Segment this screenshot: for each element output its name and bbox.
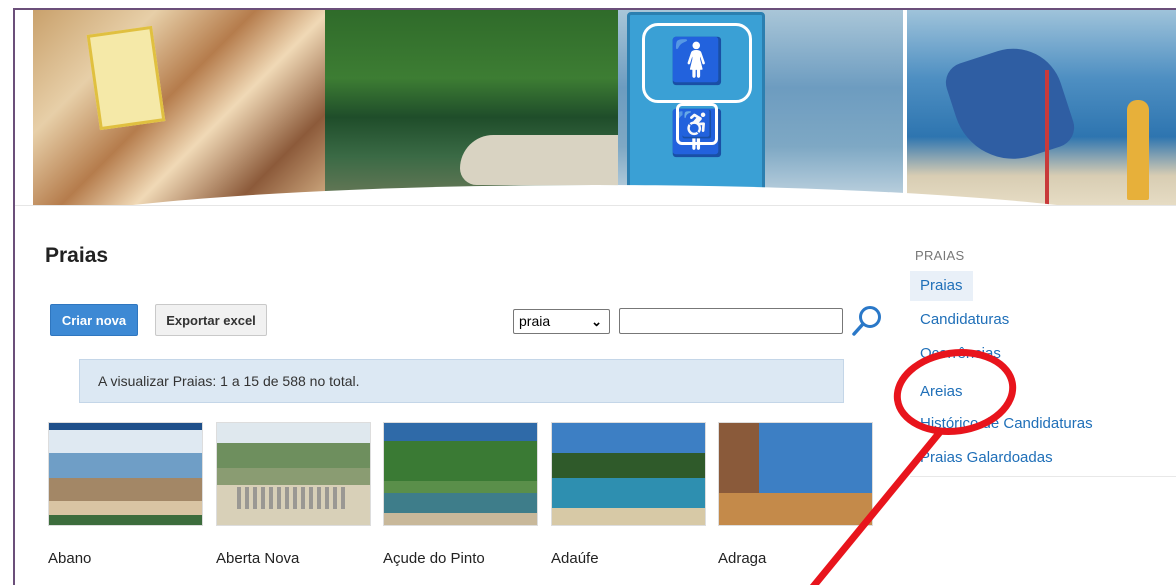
banner-photo-seashells <box>33 10 333 205</box>
header-divider <box>15 205 1176 206</box>
banner-photo-river <box>325 10 620 205</box>
beach-name[interactable]: Adraga <box>718 550 766 567</box>
beach-name[interactable]: Aberta Nova <box>216 550 299 567</box>
export-excel-button[interactable]: Exportar excel <box>155 304 267 336</box>
wheelchair-icon: ♿ <box>676 103 718 145</box>
header-banner: 🚺🚹 ♿ <box>15 10 1176 205</box>
sidebar-item-candidaturas[interactable]: Candidaturas <box>910 305 1019 335</box>
beach-card[interactable]: Adaúfe <box>551 422 706 567</box>
search-icon[interactable] <box>850 304 884 338</box>
search-input[interactable] <box>619 308 843 334</box>
beach-thumbnail[interactable] <box>216 422 371 526</box>
beach-name[interactable]: Açude do Pinto <box>383 550 485 567</box>
flag-pole-image <box>1045 70 1049 205</box>
beach-thumbnail[interactable] <box>48 422 203 526</box>
results-info-bar: A visualizar Praias: 1 a 15 de 588 no to… <box>79 359 844 403</box>
lifeguard-image <box>1127 100 1149 200</box>
beach-card[interactable]: Adraga <box>718 422 873 567</box>
chevron-down-icon: ⌄ <box>591 314 602 329</box>
beach-name[interactable]: Adaúfe <box>551 550 599 567</box>
sidebar-item-praias[interactable]: Praias <box>910 271 973 301</box>
sidebar-item-areias[interactable]: Areias <box>910 377 973 407</box>
beach-card[interactable]: Aberta Nova <box>216 422 371 567</box>
results-info-text: A visualizar Praias: 1 a 15 de 588 no to… <box>98 373 360 389</box>
sidebar-heading: PRAIAS <box>915 248 965 263</box>
beach-thumbnail[interactable] <box>551 422 706 526</box>
sidebar-item-praias-galardoadas[interactable]: Praias Galardoadas <box>910 443 1063 473</box>
create-new-button[interactable]: Criar nova <box>50 304 138 336</box>
restroom-icon: 🚺🚹 <box>642 23 752 158</box>
sidebar-divider <box>910 476 1176 477</box>
sidebar-item-ocorrencias[interactable]: Ocorrências <box>910 339 1011 369</box>
restroom-sign-image: 🚺🚹 ♿ <box>627 12 765 204</box>
sidebar-item-historico-candidaturas[interactable]: Histórico de Candidaturas <box>910 409 1103 439</box>
beach-name[interactable]: Abano <box>48 550 91 567</box>
search-field-select[interactable]: praia ⌄ <box>513 309 610 334</box>
search-field-selected-value: praia <box>519 313 551 329</box>
page-title: Praias <box>45 244 109 267</box>
beach-card[interactable]: Açude do Pinto <box>383 422 538 567</box>
beach-thumbnail[interactable] <box>718 422 873 526</box>
beach-thumbnail[interactable] <box>383 422 538 526</box>
beach-card[interactable]: Abano <box>48 422 203 567</box>
